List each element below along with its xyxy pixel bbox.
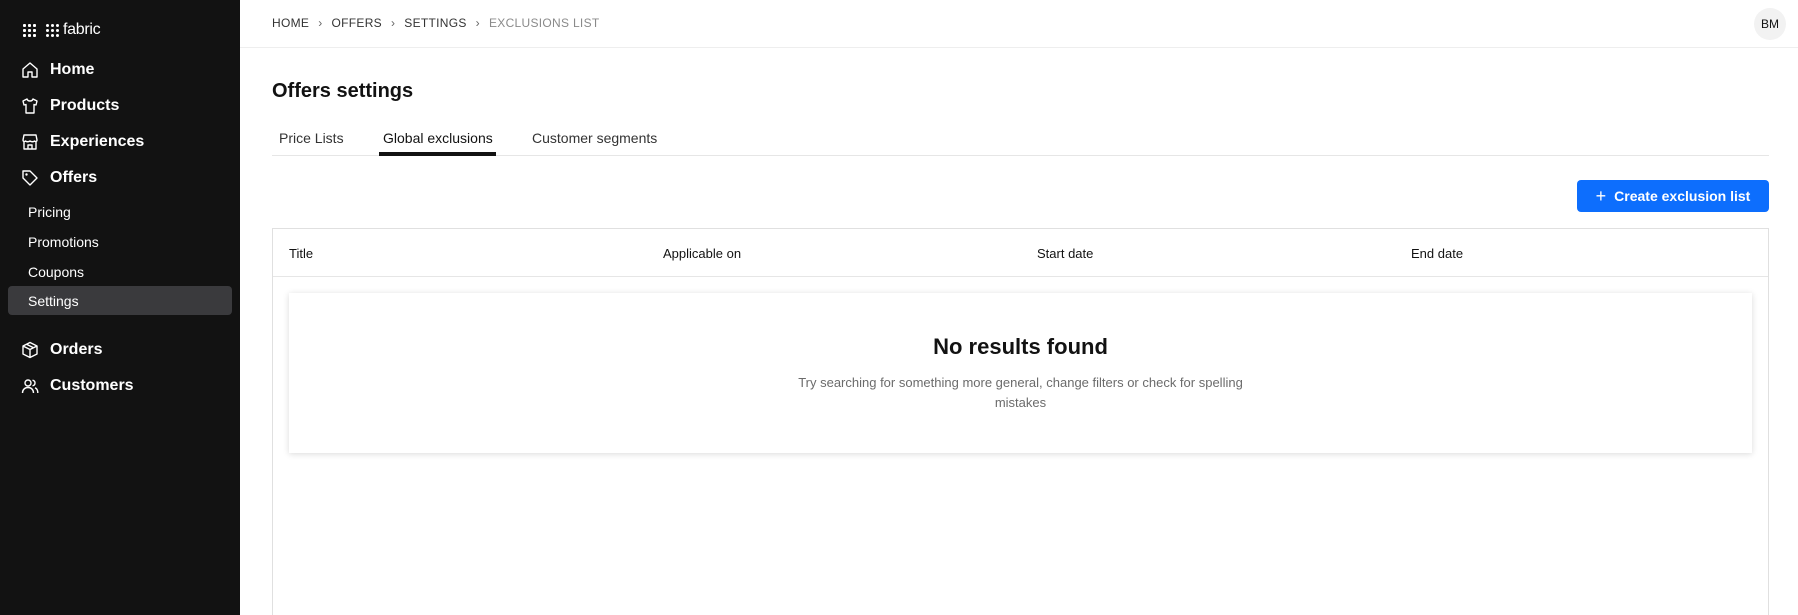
users-icon <box>21 379 39 394</box>
chevron-right-icon: › <box>475 16 480 30</box>
sidebar-item-label: Products <box>50 97 120 114</box>
sidebar-item-offers[interactable]: Offers <box>0 163 240 193</box>
sidebar-item-home[interactable]: Home <box>0 55 240 85</box>
tab-price-lists[interactable]: Price Lists <box>279 130 344 156</box>
sidebar-item-label: Customers <box>50 377 134 394</box>
empty-state-title: No results found <box>933 334 1108 359</box>
sidebar-item-products[interactable]: Products <box>0 91 240 121</box>
breadcrumb-current: EXCLUSIONS LIST <box>488 16 600 30</box>
create-exclusion-list-button[interactable]: + Create exclusion list <box>1577 180 1769 212</box>
sidebar-item-label: Orders <box>50 341 103 358</box>
top-bar: HOME › OFFERS › SETTINGS › EXCLUSIONS LI… <box>240 0 1798 48</box>
app-grid-icon[interactable] <box>23 23 36 37</box>
chevron-right-icon: › <box>390 16 396 30</box>
storefront-icon <box>22 134 38 150</box>
sidebar-item-customers[interactable]: Customers <box>0 371 240 401</box>
settings-tabs: Price Lists Global exclusions Customer s… <box>272 126 1769 156</box>
column-header-start-date: Start date <box>1037 246 1094 261</box>
empty-state: No results found Try searching for somet… <box>289 293 1752 453</box>
sidebar-subitem-pricing[interactable]: Pricing <box>8 197 232 226</box>
sidebar-item-experiences[interactable]: Experiences <box>0 127 240 157</box>
sidebar: fabric Home Products Experiences Offers … <box>0 0 240 615</box>
plus-icon: + <box>1595 186 1607 206</box>
sidebar-subitem-promotions[interactable]: Promotions <box>8 227 232 256</box>
sidebar-item-orders[interactable]: Orders <box>0 335 240 365</box>
breadcrumb-settings[interactable]: SETTINGS <box>404 16 466 30</box>
sidebar-subitem-coupons[interactable]: Coupons <box>8 257 232 286</box>
empty-state-description: Try searching for something more general… <box>798 375 1243 410</box>
sidebar-subitem-settings[interactable]: Settings <box>8 286 232 315</box>
app-logo[interactable]: fabric <box>23 20 101 40</box>
breadcrumb-offers[interactable]: OFFERS <box>332 16 382 30</box>
fabric-logo-icon <box>46 23 59 37</box>
sidebar-item-label: Offers <box>50 169 98 186</box>
breadcrumb: HOME › OFFERS › SETTINGS › EXCLUSIONS LI… <box>272 16 600 30</box>
brand-name: fabric <box>63 21 101 38</box>
sidebar-item-label: Home <box>50 61 95 78</box>
chevron-right-icon: › <box>318 16 323 30</box>
sidebar-item-label: Experiences <box>50 133 145 150</box>
page-title: Offers settings <box>272 80 414 102</box>
column-header-applicable-on: Applicable on <box>663 246 742 261</box>
box-icon <box>22 341 38 359</box>
create-exclusion-list-label: Create exclusion list <box>1614 188 1751 204</box>
exclusions-table: Title Applicable on Start date End date … <box>272 228 1769 615</box>
tag-icon <box>22 170 38 186</box>
tab-customer-segments[interactable]: Customer segments <box>532 130 657 156</box>
active-tab-indicator <box>379 152 496 156</box>
shirt-icon <box>22 98 38 114</box>
breadcrumb-home[interactable]: HOME <box>272 16 309 30</box>
user-avatar[interactable]: BM <box>1754 8 1786 40</box>
home-icon <box>22 62 38 78</box>
column-header-end-date: End date <box>1411 246 1464 261</box>
column-header-title: Title <box>289 246 314 261</box>
table-header: Title Applicable on Start date End date <box>273 229 1768 277</box>
